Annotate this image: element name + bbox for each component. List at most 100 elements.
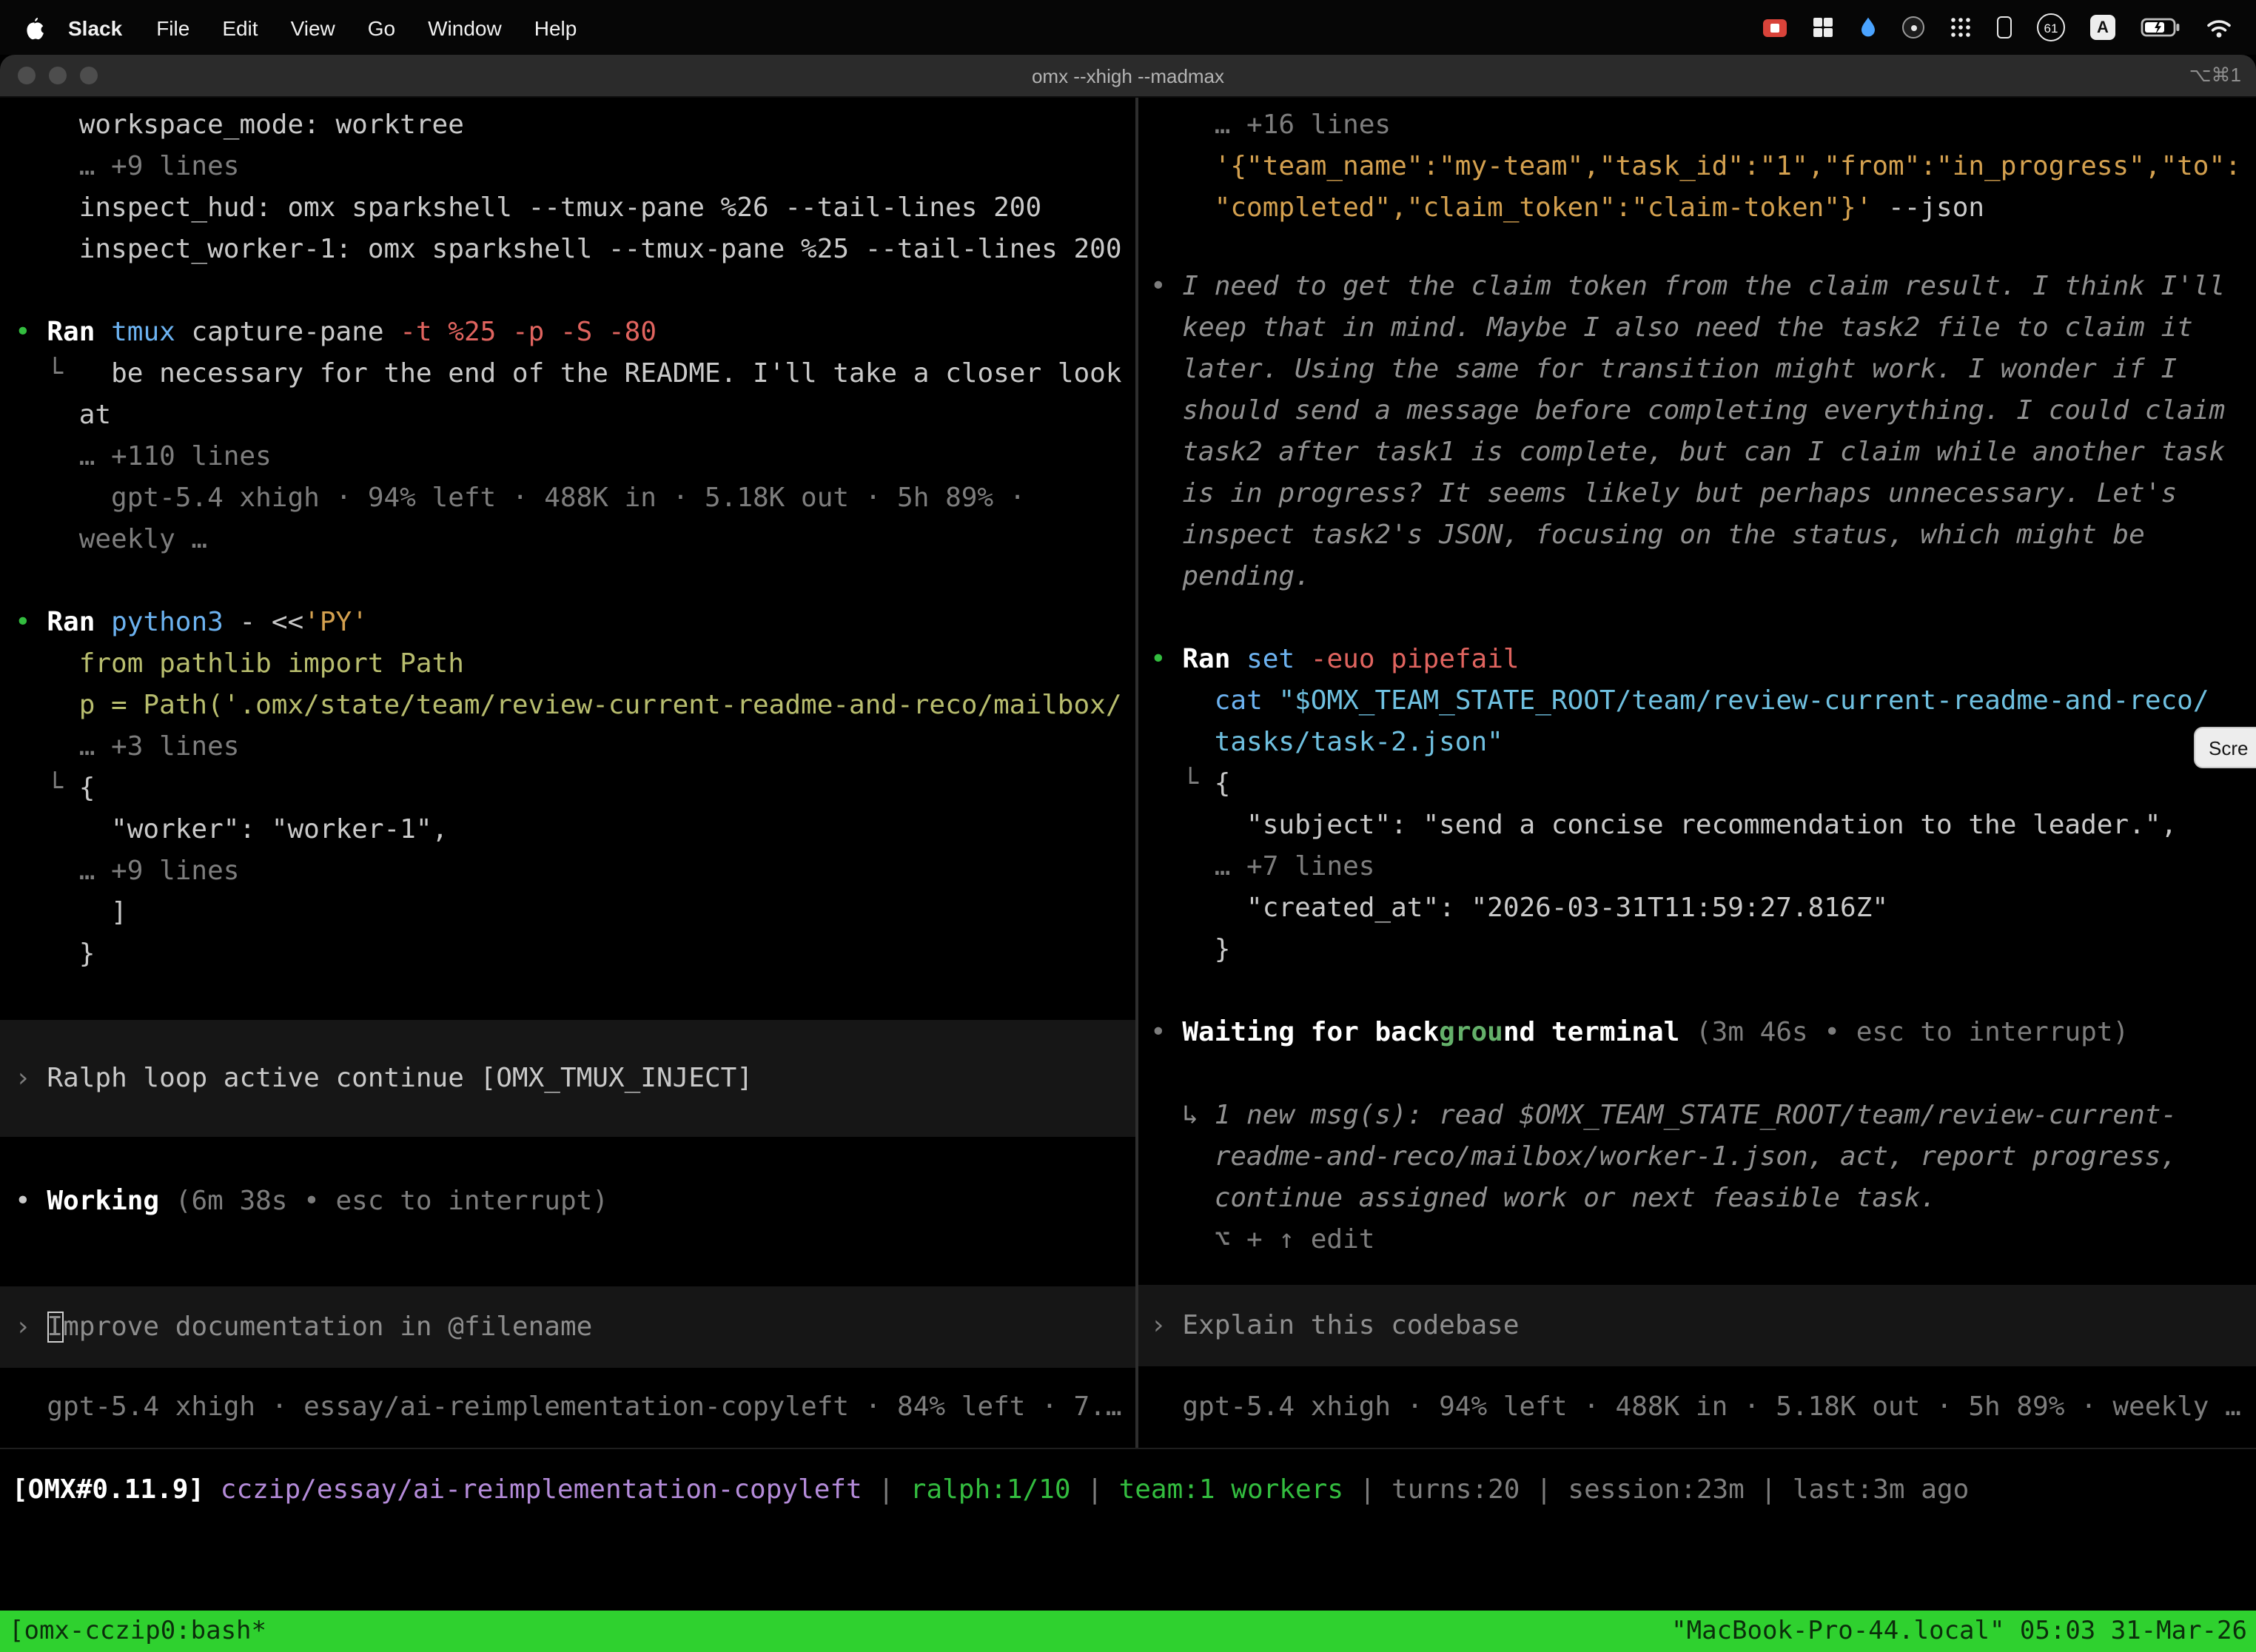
terminal-line: weekly …: [0, 520, 1135, 561]
close-button[interactable]: [18, 67, 36, 84]
terminal-line: └ be necessary for the end of the README…: [0, 354, 1135, 395]
terminal-line: continue assigned work or next feasible …: [1138, 1178, 2256, 1220]
menubar-status-icons: 61 A: [1763, 13, 2232, 41]
wifi-icon[interactable]: [2206, 17, 2232, 38]
ran-cat-block: • Ran set -euo pipefail cat "$OMX_TEAM_S…: [1138, 639, 2256, 971]
terminal-line: }: [0, 934, 1135, 976]
terminal-line: "worker": "worker-1",: [0, 810, 1135, 851]
terminal-line: keep that in mind. Maybe I also need the…: [1138, 308, 2256, 349]
left-terminal-pane[interactable]: workspace_mode: worktree … +9 lines insp…: [0, 98, 1138, 1448]
config-output: workspace_mode: worktree … +9 lines insp…: [0, 105, 1135, 271]
terminal-line: └ {: [1138, 764, 2256, 805]
json-arg-output: … +16 lines '{"team_name":"my-team","tas…: [1138, 105, 2256, 229]
window-titlebar[interactable]: omx --xhigh --madmax ⌥⌘1: [0, 55, 2256, 98]
terminal-line: ↳ 1 new msg(s): read $OMX_TEAM_STATE_ROO…: [1138, 1095, 2256, 1137]
menu-view[interactable]: View: [275, 16, 352, 39]
terminal-line: }: [1138, 930, 2256, 971]
terminal-line: … +110 lines: [0, 437, 1135, 478]
input-source-icon[interactable]: A: [2090, 15, 2115, 40]
menu-file[interactable]: File: [140, 16, 206, 39]
ran-python-block: • Ran python3 - <<'PY' from pathlib impo…: [0, 602, 1135, 976]
terminal-line: └ {: [0, 768, 1135, 810]
zoom-button[interactable]: [80, 67, 98, 84]
terminal-line: "subject": "send a concise recommendatio…: [1138, 805, 2256, 847]
omx-status-line: [OMX#0.11.9] cczip/essay/ai-reimplementa…: [0, 1470, 2256, 1511]
terminal-line: '{"team_name":"my-team","task_id":"1","f…: [1138, 147, 2256, 188]
pane-footer: gpt-5.4 xhigh · essay/ai-reimplementatio…: [0, 1387, 1135, 1428]
battery-percent-badge[interactable]: 61: [2037, 13, 2065, 41]
working-status: • Working (6m 38s • esc to interrupt): [0, 1181, 1135, 1223]
terminal-line: › Explain this codebase: [1138, 1305, 1520, 1346]
terminal-line: inspect task2's JSON, focusing on the st…: [1138, 515, 2256, 557]
menu-go[interactable]: Go: [352, 16, 412, 39]
tmux-session-label[interactable]: [omx-cczip0:bash*: [9, 1616, 266, 1646]
terminal-line: • Waiting for background terminal (3m 46…: [1138, 1013, 2256, 1054]
ralph-loop-row[interactable]: › Ralph loop active continue [OMX_TMUX_I…: [0, 1020, 1135, 1137]
apple-icon[interactable]: [24, 16, 50, 39]
thinking-block: • I need to get the claim token from the…: [1138, 266, 2256, 598]
macos-menubar: Slack FileEditViewGoWindowHelp 61 A: [0, 0, 2256, 55]
terminal-line: ⌥ + ↑ edit: [1138, 1220, 2256, 1261]
terminal-line: from pathlib import Path: [0, 644, 1135, 685]
terminal-line: gpt-5.4 xhigh · 94% left · 488K in · 5.1…: [1138, 1387, 2256, 1428]
battery-icon[interactable]: [2141, 18, 2181, 37]
terminal-line: gpt-5.4 xhigh · 94% left · 488K in · 5.1…: [0, 478, 1135, 520]
grid-icon[interactable]: [1812, 16, 1834, 38]
screen-recording-indicator-icon[interactable]: [1763, 19, 1787, 36]
terminal-line: is in progress? It seems likely but perh…: [1138, 474, 2256, 515]
terminal-window: omx --xhigh --madmax ⌥⌘1 workspace_mode:…: [0, 55, 2256, 1652]
terminal-line: tasks/task-2.json": [1138, 722, 2256, 764]
terminal-line: p = Path('.omx/state/team/review-current…: [0, 685, 1135, 727]
ran-tmux-capture-block: • Ran tmux capture-pane -t %25 -p -S -80…: [0, 312, 1135, 561]
terminal-line: • Working (6m 38s • esc to interrupt): [0, 1181, 1135, 1223]
dots-grid-icon[interactable]: [1950, 16, 1972, 38]
terminal-line: … +3 lines: [0, 727, 1135, 768]
terminal-line: … +16 lines: [1138, 105, 2256, 147]
terminal-line: • Ran tmux capture-pane -t %25 -p -S -80: [0, 312, 1135, 354]
terminal-line: cat "$OMX_TEAM_STATE_ROOT/team/review-cu…: [1138, 681, 2256, 722]
terminal-line: › Improve documentation in @filename: [0, 1306, 592, 1348]
terminal-line: … +9 lines: [0, 147, 1135, 188]
terminal-line: • Ran set -euo pipefail: [1138, 639, 2256, 681]
terminal-line: should send a message before completing …: [1138, 391, 2256, 432]
terminal-line: inspect_hud: omx sparkshell --tmux-pane …: [0, 188, 1135, 229]
terminal-line: … +9 lines: [0, 851, 1135, 893]
menu-edit[interactable]: Edit: [206, 16, 274, 39]
terminal-line: readme-and-reco/mailbox/worker-1.json, a…: [1138, 1137, 2256, 1178]
phone-icon[interactable]: [1997, 16, 2012, 38]
terminal-line: • Ran python3 - <<'PY': [0, 602, 1135, 644]
menu-app-name[interactable]: Slack: [50, 16, 140, 39]
menu-help[interactable]: Help: [518, 16, 594, 39]
titlebar-shortcut: ⌥⌘1: [2189, 64, 2241, 87]
traffic-lights: [18, 67, 98, 84]
tmux-status-bar: [omx-cczip0:bash* "MacBook-Pro-44.local"…: [0, 1611, 2256, 1652]
terminal-line: gpt-5.4 xhigh · essay/ai-reimplementatio…: [0, 1387, 1135, 1428]
tmux-host-clock: "MacBook-Pro-44.local" 05:03 31-Mar-26: [1671, 1616, 2247, 1646]
terminal-line: ]: [0, 893, 1135, 934]
pane-footer: gpt-5.4 xhigh · 94% left · 488K in · 5.1…: [1138, 1387, 2256, 1428]
suggestion-row[interactable]: › Explain this codebase: [1138, 1285, 2256, 1366]
minimize-button[interactable]: [49, 67, 67, 84]
terminal-line: … +7 lines: [1138, 847, 2256, 888]
terminal-line: • I need to get the claim token from the…: [1138, 266, 2256, 308]
disc-icon[interactable]: [1902, 16, 1924, 38]
screen: Slack FileEditViewGoWindowHelp 61 A: [0, 0, 2256, 1652]
menu-window[interactable]: Window: [412, 16, 518, 39]
menubar-left: Slack FileEditViewGoWindowHelp: [24, 16, 593, 39]
waiting-status: • Waiting for background terminal (3m 46…: [1138, 1013, 2256, 1054]
right-terminal-pane[interactable]: … +16 lines '{"team_name":"my-team","tas…: [1138, 98, 2256, 1448]
mailbox-message: ↳ 1 new msg(s): read $OMX_TEAM_STATE_ROO…: [1138, 1095, 2256, 1261]
drop-icon[interactable]: [1859, 16, 1877, 38]
terminal-line: "completed","claim_token":"claim-token"}…: [1138, 188, 2256, 229]
prompt-input-row[interactable]: › Improve documentation in @filename: [0, 1286, 1135, 1368]
terminal-line: › Ralph loop active continue [OMX_TMUX_I…: [0, 1058, 753, 1099]
terminal-line: inspect_worker-1: omx sparkshell --tmux-…: [0, 229, 1135, 271]
terminal-line: task2 after task1 is complete, but can I…: [1138, 432, 2256, 474]
menu-list: FileEditViewGoWindowHelp: [140, 16, 593, 39]
window-title: omx --xhigh --madmax: [0, 64, 2256, 87]
screenshot-popup[interactable]: Scre: [2194, 727, 2256, 768]
terminal-line: at: [0, 395, 1135, 437]
terminal-line: pending.: [1138, 557, 2256, 598]
terminal-line: later. Using the same for transition mig…: [1138, 349, 2256, 391]
terminal-line: "created_at": "2026-03-31T11:59:27.816Z": [1138, 888, 2256, 930]
